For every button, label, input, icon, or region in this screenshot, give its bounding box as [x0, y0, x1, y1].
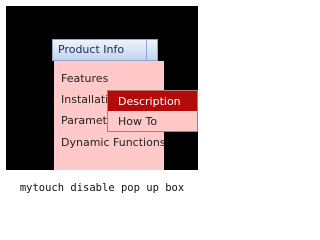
- caption: mytouch disable pop up box: [19, 182, 185, 194]
- menu-item-dynamic-functions[interactable]: Dynamic Functions: [61, 136, 164, 149]
- menu-item-product-info[interactable]: Product Info: [53, 40, 147, 60]
- menu-item-next[interactable]: [151, 40, 157, 60]
- menu-item-features[interactable]: Features: [61, 72, 108, 85]
- submenu: Description How To: [107, 90, 198, 132]
- menu-bar: Product Info: [52, 39, 158, 61]
- submenu-item-description[interactable]: Description: [118, 95, 181, 108]
- submenu-item-how-to[interactable]: How To: [118, 115, 157, 128]
- demo-stage: Product Info Features Installation Param…: [6, 6, 198, 170]
- menu-item-label: Product Info: [58, 43, 125, 56]
